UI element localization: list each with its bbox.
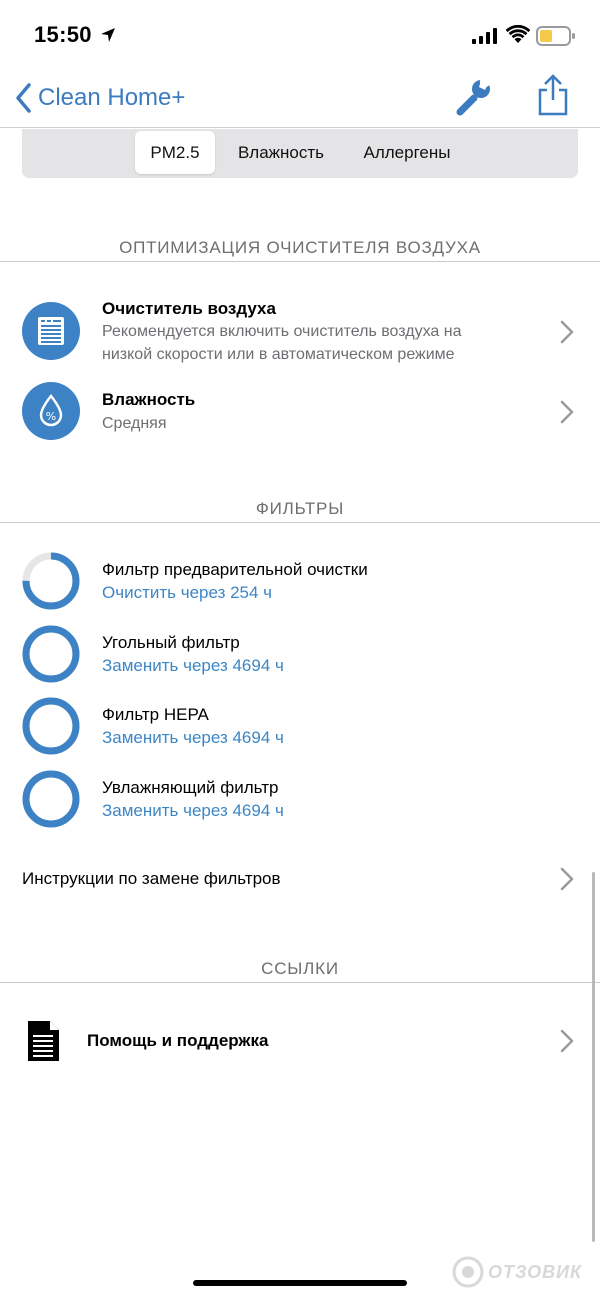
filter-row[interactable]: Угольный фильтр Заменить через 4694 ч [0,625,600,685]
links-header: ССЫЛКИ [261,959,339,978]
filter-row[interactable]: Увлажняющий фильтр Заменить через 4694 ч [0,770,600,830]
filter-row[interactable]: Фильтр HEPA Заменить через 4694 ч [0,697,600,757]
location-arrow-icon [101,28,115,42]
tab-allergens[interactable]: Аллергены [350,131,464,174]
status-bar: 15:50 [0,0,600,70]
svg-text:%: % [46,410,56,423]
air-purifier-row[interactable]: Очиститель воздуха Рекомендуется включит… [0,296,600,372]
navigation-bar: Clean Home+ [0,70,600,128]
filter-status: Очистить через 254 ч [102,583,273,602]
filter-row[interactable]: Фильтр предварительной очистки Очистить … [0,552,600,612]
air-purifier-subtitle-line1: Рекомендуется включить очиститель воздух… [102,323,462,340]
filter-name: Фильтр HEPA [102,705,209,724]
tab-humidity[interactable]: Влажность [226,131,336,174]
filter-name: Увлажняющий фильтр [102,778,279,797]
battery-icon [536,26,575,46]
air-purifier-icon [22,302,80,360]
filter-ring-icon [22,697,80,755]
filter-status: Заменить через 4694 ч [102,728,284,747]
filter-name: Угольный фильтр [102,633,240,652]
wrench-icon[interactable] [454,76,494,116]
humidity-title: Влажность [102,390,196,409]
filter-ring-icon [22,625,80,683]
share-icon[interactable] [536,74,570,116]
chevron-right-icon [560,1029,574,1053]
status-time: 15:50 [34,22,92,47]
back-label: Clean Home+ [38,84,186,111]
back-button[interactable]: Clean Home+ [14,80,185,116]
scroll-indicator[interactable] [592,872,595,1242]
document-icon [28,1021,59,1061]
chevron-right-icon [560,400,574,424]
chevron-left-icon [16,83,31,113]
watermark: ОТЗОВИК [452,1256,582,1288]
filter-ring-icon [22,552,80,610]
home-indicator[interactable] [193,1280,407,1286]
air-purifier-subtitle-line2: низкой скорости или в автоматическом реж… [102,346,455,363]
tab-pm25[interactable]: PM2.5 [135,131,215,174]
air-purifier-title: Очиститель воздуха [102,299,276,318]
divider [0,261,600,262]
help-support-label: Помощь и поддержка [87,1031,269,1050]
chevron-right-icon [560,320,574,344]
humidity-row[interactable]: % Влажность Средняя [0,380,600,444]
divider [0,522,600,523]
help-support-row[interactable]: Помощь и поддержка [0,1018,600,1064]
cellular-signal-icon [472,28,497,44]
humidity-subtitle: Средняя [102,415,167,432]
filter-instructions-label: Инструкции по замене фильтров [22,869,281,888]
divider [0,982,600,983]
filter-status: Заменить через 4694 ч [102,801,284,820]
chevron-right-icon [560,867,574,891]
optimization-header: ОПТИМИЗАЦИЯ ОЧИСТИТЕЛЯ ВОЗДУХА [119,238,481,257]
filter-ring-icon [22,770,80,828]
humidity-drop-icon: % [22,382,80,440]
watermark-text: ОТЗОВИК [488,1261,583,1282]
filter-status: Заменить через 4694 ч [102,656,284,675]
segmented-control: PM2.5 Влажность Аллергены [22,129,578,178]
wifi-icon [506,25,530,43]
filters-header: ФИЛЬТРЫ [255,499,345,518]
filter-name: Фильтр предварительной очистки [102,560,368,579]
watermark-logo-icon [452,1256,484,1288]
filter-instructions-row[interactable]: Инструкции по замене фильтров [0,862,600,898]
